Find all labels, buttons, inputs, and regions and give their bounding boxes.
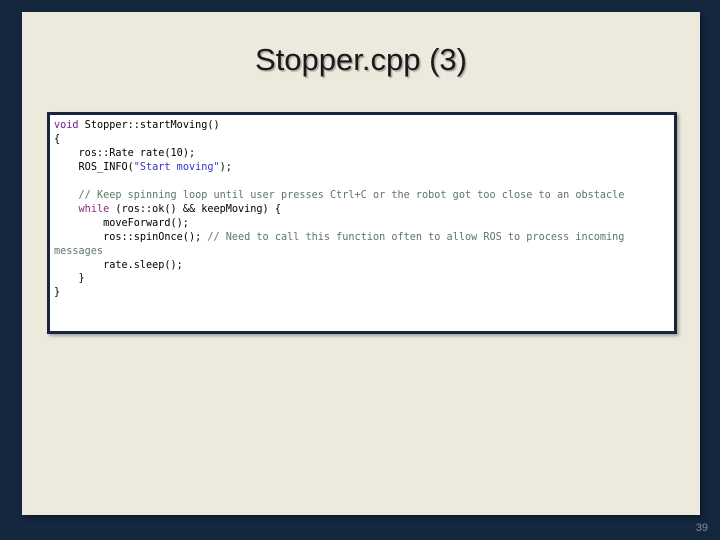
code-line: ros::Rate rate(10); <box>54 147 196 159</box>
code-token: "Start moving" <box>133 161 220 173</box>
code-token: { <box>54 133 61 145</box>
code-token: moveForward(); <box>103 217 189 229</box>
page-title: Stopper.cpp (3) <box>255 42 467 77</box>
code-token: ROS_INFO( <box>78 161 134 173</box>
code-line: { <box>54 134 60 145</box>
code-token: Stopper::startMoving() <box>78 120 220 131</box>
code-token: void <box>54 120 79 131</box>
code-line: } <box>54 287 60 298</box>
code-token: while <box>78 203 110 215</box>
code-token: ros::spinOnce(); <box>103 231 208 243</box>
code-line: // Keep spinning loop until user presses… <box>54 189 625 201</box>
code-line: ros::spinOnce(); // Need to call this fu… <box>54 232 631 257</box>
code-token: ros::Rate rate(10); <box>78 147 196 159</box>
code-line: moveForward(); <box>54 218 189 229</box>
code-line: rate.sleep(); <box>54 260 183 271</box>
code-token: rate.sleep(); <box>103 259 183 271</box>
code-line: while (ros::ok() && keepMoving) { <box>54 204 281 215</box>
code-token: } <box>54 287 61 299</box>
code-block-container: void Stopper::startMoving() { ros::Rate … <box>47 112 677 334</box>
code-line: } <box>54 273 85 284</box>
code-line: ROS_INFO("Start moving"); <box>54 162 232 173</box>
slide-root: Stopper.cpp (3) void Stopper::startMovin… <box>0 0 720 540</box>
code-token: ); <box>219 161 232 173</box>
slide-content-panel: Stopper.cpp (3) void Stopper::startMovin… <box>22 12 700 515</box>
code-line: void Stopper::startMoving() <box>54 120 220 131</box>
code-token: // Keep spinning loop until user presses… <box>78 189 625 201</box>
code-token: } <box>78 273 85 285</box>
source-code: void Stopper::startMoving() { ros::Rate … <box>54 119 671 300</box>
page-number: 39 <box>695 522 708 534</box>
code-token: (ros::ok() && keepMoving) { <box>109 203 281 215</box>
